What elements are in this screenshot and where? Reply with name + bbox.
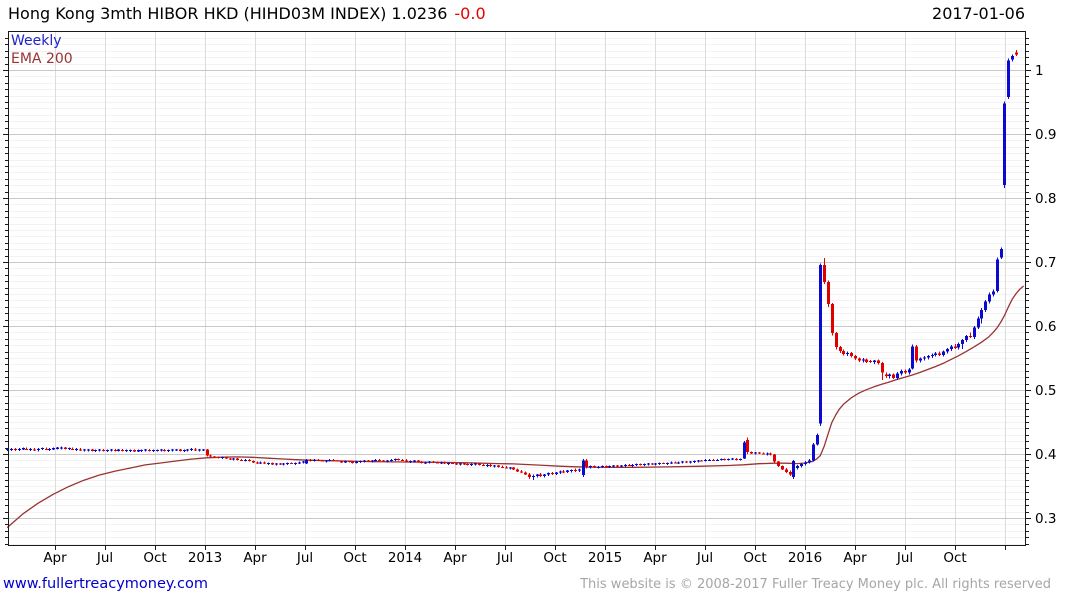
svg-text:0.5: 0.5	[1035, 383, 1056, 399]
svg-text:Apr: Apr	[843, 550, 867, 566]
svg-text:Jul: Jul	[896, 550, 913, 566]
svg-text:0.9: 0.9	[1035, 127, 1056, 143]
svg-text:2016: 2016	[788, 550, 822, 566]
svg-text:0.6: 0.6	[1035, 319, 1056, 335]
svg-text:2014: 2014	[388, 550, 422, 566]
svg-text:Jul: Jul	[496, 550, 513, 566]
hibor-weekly-candlestick-chart: 0.3 0.4 0.5 0.6 0.7 0.8 0.9 1 Apr Jul Oct 2013 Apr Ju…	[3, 31, 1056, 566]
svg-text:Apr: Apr	[443, 550, 467, 566]
svg-text:0.3: 0.3	[1035, 511, 1056, 527]
svg-text:Oct: Oct	[743, 550, 766, 566]
chart-legend: Weekly EMA 200	[11, 32, 73, 68]
legend-ema-label: EMA 200	[11, 51, 73, 67]
svg-text:Apr: Apr	[243, 550, 267, 566]
svg-text:0.8: 0.8	[1035, 191, 1056, 207]
svg-text:0.4: 0.4	[1035, 447, 1056, 463]
chart-page: Hong Kong 3mth HIBOR HKD (HIHD03M INDEX)…	[0, 0, 1075, 600]
svg-text:Oct: Oct	[543, 550, 566, 566]
svg-text:Oct: Oct	[343, 550, 366, 566]
legend-weekly-label: Weekly	[11, 33, 62, 49]
copyright-text: This website is © 2008-2017 Fuller Treac…	[580, 577, 1051, 592]
footer-bar: www.fullertreacymoney.com This website i…	[3, 576, 1051, 592]
svg-text:Jul: Jul	[296, 550, 313, 566]
svg-text:0.7: 0.7	[1035, 255, 1056, 271]
svg-text:1: 1	[1035, 63, 1044, 79]
svg-text:Oct: Oct	[943, 550, 966, 566]
svg-text:Oct: Oct	[143, 550, 166, 566]
svg-text:Apr: Apr	[43, 550, 67, 566]
svg-text:Jul: Jul	[696, 550, 713, 566]
svg-text:2015: 2015	[588, 550, 622, 566]
svg-text:Jul: Jul	[96, 550, 113, 566]
svg-text:2013: 2013	[188, 550, 222, 566]
site-link[interactable]: www.fullertreacymoney.com	[3, 576, 208, 592]
svg-text:Apr: Apr	[643, 550, 667, 566]
